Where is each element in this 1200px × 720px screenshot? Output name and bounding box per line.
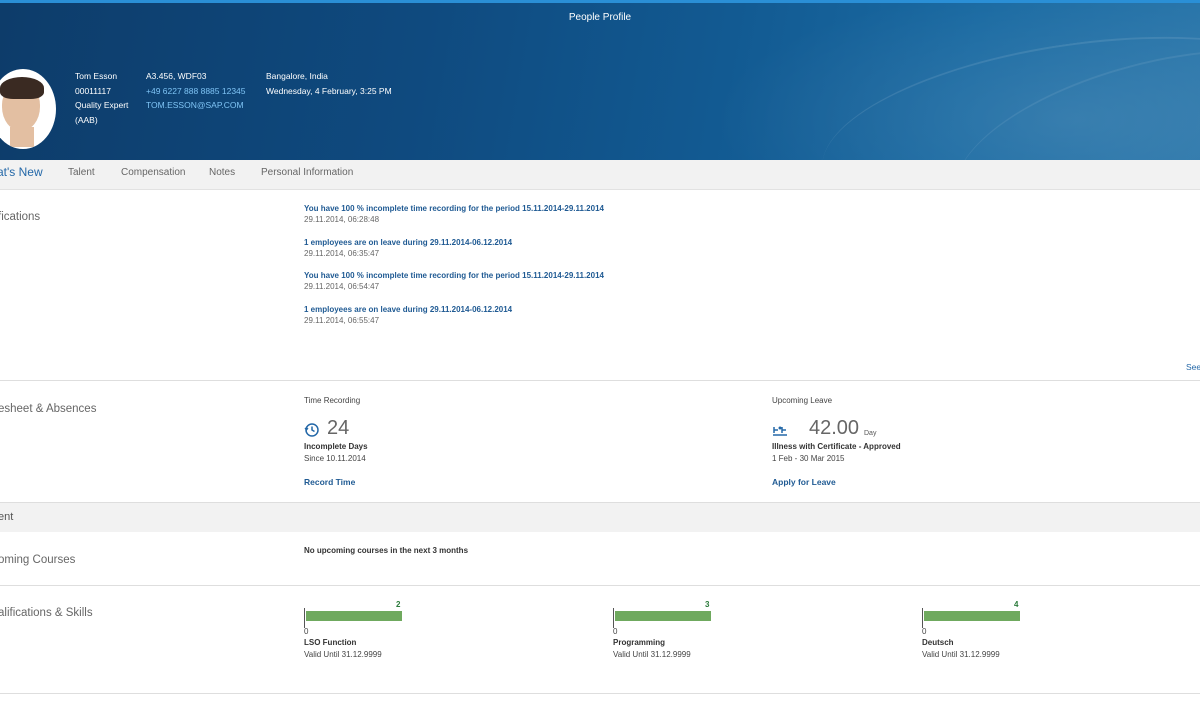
contact-block: A3.456, WDF03 +49 6227 888 8885 12345 TO…	[146, 69, 246, 113]
notification-item: 1 employees are on leave during 29.11.20…	[304, 237, 512, 259]
notification-title[interactable]: You have 100 % incomplete time recording…	[304, 203, 604, 214]
incomplete-since: Since 10.11.2014	[304, 454, 366, 463]
upcoming-leave-header: Upcoming Leave	[772, 396, 833, 405]
timesheet-section: esheet & Absences	[0, 381, 1200, 503]
notification-item: 1 employees are on leave during 29.11.20…	[304, 304, 512, 326]
notification-time: 29.11.2014, 06:54:47	[304, 282, 380, 291]
tab-bar: at's New Talent Compensation Notes Perso…	[0, 160, 1200, 190]
skill-bar	[306, 611, 402, 621]
skill-axis	[613, 608, 614, 628]
skill-valid-until: Valid Until 31.12.9999	[304, 650, 382, 659]
record-time-link[interactable]: Record Time	[304, 477, 355, 487]
clock-history-icon	[304, 423, 319, 437]
skill-item: 3 0 Programming Valid Until 31.12.9999	[613, 600, 773, 670]
tab-compensation[interactable]: Compensation	[121, 167, 185, 178]
skill-value: 4	[1014, 600, 1019, 609]
skill-bar	[924, 611, 1020, 621]
time-recording-header: Time Recording	[304, 396, 361, 405]
tab-notes[interactable]: Notes	[209, 167, 235, 178]
city: Bangalore, India	[266, 71, 328, 81]
employee-id: 00011117	[75, 85, 111, 96]
notification-title[interactable]: 1 employees are on leave during 29.11.20…	[304, 237, 512, 248]
employee-role-code: (AAB)	[75, 114, 98, 125]
skill-valid-until: Valid Until 31.12.9999	[922, 650, 1000, 659]
apply-for-leave-link[interactable]: Apply for Leave	[772, 477, 836, 487]
location-block: Bangalore, India Wednesday, 4 February, …	[266, 69, 392, 98]
notification-time: 29.11.2014, 06:55:47	[304, 316, 380, 325]
leave-days-unit: Day	[864, 430, 877, 437]
skill-zero-label: 0	[613, 627, 618, 636]
notification-title[interactable]: 1 employees are on leave during 29.11.20…	[304, 304, 512, 315]
notification-title[interactable]: You have 100 % incomplete time recording…	[304, 270, 604, 281]
employee-name: Tom Esson	[75, 71, 118, 81]
skill-name: Deutsch	[922, 638, 954, 647]
skill-zero-label: 0	[304, 627, 309, 636]
notification-item: You have 100 % incomplete time recording…	[304, 203, 604, 225]
notification-item: You have 100 % incomplete time recording…	[304, 270, 604, 292]
skill-axis	[304, 608, 305, 628]
skill-valid-until: Valid Until 31.12.9999	[613, 650, 691, 659]
email-link[interactable]: TOM.ESSON@SAP.COM	[146, 98, 246, 113]
identity-block: Tom Esson 00011117 Quality Expert (AAB)	[75, 69, 128, 127]
skill-name: Programming	[613, 638, 666, 647]
talent-band: ent	[0, 503, 1200, 532]
skill-value: 3	[705, 600, 710, 609]
app-title: People Profile	[568, 12, 632, 23]
skill-axis	[922, 608, 923, 628]
tab-whats-new[interactable]: at's New	[0, 165, 43, 179]
phone-link[interactable]: +49 6227 888 8885 12345	[146, 84, 246, 99]
skill-item: 2 0 LSO Function Valid Until 31.12.9999	[304, 600, 464, 670]
office-location: A3.456, WDF03	[146, 71, 207, 81]
incomplete-days-value: 24	[327, 417, 350, 439]
leave-type: Illness with Certificate - Approved	[772, 442, 901, 451]
courses-section: oming Courses	[0, 532, 1200, 586]
notification-time: 29.11.2014, 06:28:48	[304, 215, 380, 224]
leave-days-value: 42.00	[809, 417, 860, 439]
section-title-notifications: fications	[0, 211, 41, 223]
incomplete-days-label: Incomplete Days	[304, 442, 368, 451]
local-datetime: Wednesday, 4 February, 3:25 PM	[266, 85, 392, 96]
tab-personal-information[interactable]: Personal Information	[261, 167, 353, 178]
section-title-talent: ent	[0, 511, 14, 523]
section-title-courses: oming Courses	[0, 554, 76, 566]
tab-talent[interactable]: Talent	[68, 167, 95, 178]
skill-item: 4 0 Deutsch Valid Until 31.12.9999	[922, 600, 1082, 670]
skill-name: LSO Function	[304, 638, 357, 647]
section-title-skills: alifications & Skills	[0, 607, 93, 619]
beach-leave-icon	[773, 426, 787, 436]
section-title-timesheet: esheet & Absences	[0, 403, 97, 415]
notification-time: 29.11.2014, 06:35:47	[304, 249, 380, 258]
employee-role: Quality Expert	[75, 100, 129, 110]
skill-bar	[615, 611, 711, 621]
leave-date-range: 1 Feb - 30 Mar 2015	[772, 454, 845, 463]
profile-header: People Profile Tom Esson 00011117 Qualit…	[0, 3, 1200, 160]
avatar[interactable]	[0, 69, 56, 149]
skill-zero-label: 0	[922, 627, 927, 636]
see-all-link[interactable]: See	[1186, 362, 1200, 372]
skill-value: 2	[396, 600, 401, 609]
no-courses-message: No upcoming courses in the next 3 months	[304, 546, 469, 555]
